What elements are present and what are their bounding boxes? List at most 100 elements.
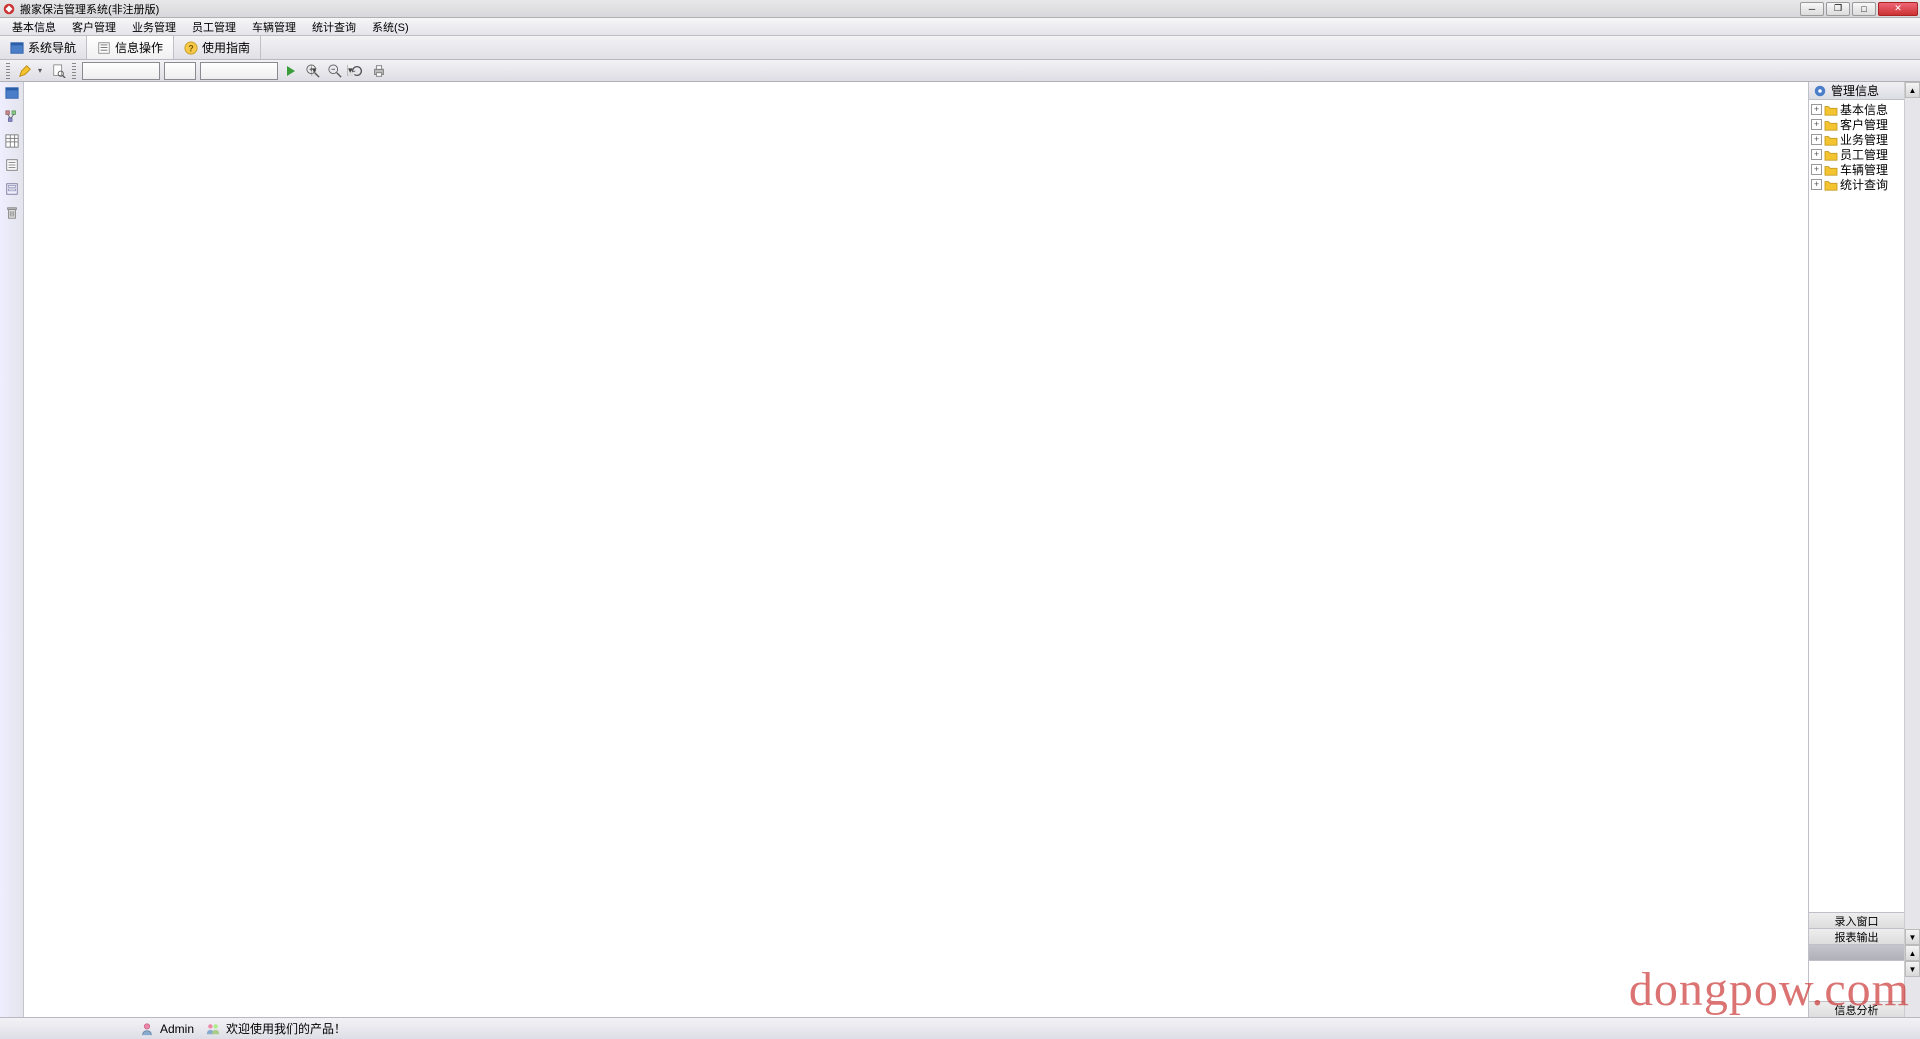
right-bottom-tabs: 录入窗口 报表输出 bbox=[1809, 912, 1904, 961]
left-icon-delete[interactable] bbox=[3, 204, 21, 222]
left-icon-tree[interactable] bbox=[3, 108, 21, 126]
toolbar-tabs: 系统导航 信息操作 ? 使用指南 bbox=[0, 36, 1920, 60]
tree-node-employee[interactable]: + 员工管理 bbox=[1809, 147, 1904, 162]
combo-field-2[interactable]: ▾ bbox=[164, 62, 196, 80]
left-icon-list[interactable] bbox=[3, 156, 21, 174]
content-area bbox=[24, 82, 1808, 1017]
right-scrollbar[interactable]: ▲ ▼ ▲ ▼ bbox=[1904, 82, 1920, 1017]
user-icon bbox=[140, 1022, 154, 1036]
combo-field-1[interactable]: ▾ bbox=[82, 62, 160, 80]
folder-icon bbox=[1824, 149, 1838, 161]
window-controls: ─ ❐ □ ✕ bbox=[1800, 2, 1918, 16]
zoom-out-icon bbox=[328, 64, 342, 78]
toolbar-grip[interactable] bbox=[72, 63, 76, 79]
tree-expander-icon[interactable]: + bbox=[1811, 179, 1822, 190]
tree-expander-icon[interactable]: + bbox=[1811, 164, 1822, 175]
tree-node-basic-info[interactable]: + 基本信息 bbox=[1809, 102, 1904, 117]
tree-header: 管理信息 bbox=[1809, 82, 1904, 100]
right-tab-report-output[interactable]: 报表输出 bbox=[1809, 929, 1904, 945]
right-tab-input-window[interactable]: 录入窗口 bbox=[1809, 913, 1904, 929]
folder-icon bbox=[1824, 164, 1838, 176]
tree-expander-icon[interactable]: + bbox=[1811, 119, 1822, 130]
tree-expander-icon[interactable]: + bbox=[1811, 134, 1822, 145]
restore-button[interactable]: ❐ bbox=[1826, 2, 1850, 16]
status-user: Admin bbox=[140, 1022, 194, 1036]
tab-info-operation[interactable]: 信息操作 bbox=[87, 36, 174, 59]
refresh-button[interactable] bbox=[348, 62, 366, 80]
folder-icon bbox=[1824, 104, 1838, 116]
close-button[interactable]: ✕ bbox=[1878, 2, 1918, 16]
edit-button[interactable] bbox=[16, 62, 34, 80]
edit-dropdown[interactable]: ▾ bbox=[38, 66, 46, 75]
tree-icon bbox=[5, 110, 19, 124]
right-tab-blank[interactable] bbox=[1809, 945, 1904, 961]
menu-basic-info[interactable]: 基本信息 bbox=[4, 19, 64, 35]
app-icon bbox=[2, 2, 16, 16]
folder-icon bbox=[1824, 119, 1838, 131]
preview-button[interactable] bbox=[50, 62, 68, 80]
right-panel: 管理信息 + 基本信息 + 客户管理 + 业务管理 bbox=[1808, 82, 1904, 1017]
folder-icon bbox=[1824, 134, 1838, 146]
toolbar-secondary: ▾ ▾ ▾ ▾ bbox=[0, 60, 1920, 82]
zoom-out-button[interactable] bbox=[326, 62, 344, 80]
play-icon bbox=[285, 65, 297, 77]
svg-text:?: ? bbox=[188, 43, 193, 53]
tab-label: 系统导航 bbox=[28, 39, 76, 56]
status-user-label: Admin bbox=[160, 1022, 194, 1036]
grid-icon bbox=[5, 134, 19, 148]
tree-node-vehicle[interactable]: + 车辆管理 bbox=[1809, 162, 1904, 177]
delete-icon bbox=[5, 206, 19, 220]
printer-icon bbox=[372, 64, 386, 78]
scroll-track[interactable] bbox=[1905, 98, 1920, 929]
menu-business[interactable]: 业务管理 bbox=[124, 19, 184, 35]
menu-system[interactable]: 系统(S) bbox=[364, 19, 417, 35]
menu-customer[interactable]: 客户管理 bbox=[64, 19, 124, 35]
help-icon: ? bbox=[184, 41, 198, 55]
zoom-in-icon bbox=[306, 64, 320, 78]
pencil-icon bbox=[18, 64, 32, 78]
tree-node-business[interactable]: + 业务管理 bbox=[1809, 132, 1904, 147]
status-welcome-label: 欢迎使用我们的产品！ bbox=[226, 1020, 346, 1037]
titlebar: 搬家保洁管理系统(非注册版) ─ ❐ □ ✕ bbox=[0, 0, 1920, 18]
tree-node-customer[interactable]: + 客户管理 bbox=[1809, 117, 1904, 132]
window-title: 搬家保洁管理系统(非注册版) bbox=[20, 1, 1800, 17]
menu-vehicle[interactable]: 车辆管理 bbox=[244, 19, 304, 35]
form-icon bbox=[5, 182, 19, 196]
tree-expander-icon[interactable]: + bbox=[1811, 149, 1822, 160]
tree-label: 统计查询 bbox=[1840, 176, 1888, 193]
menubar: 基本信息 客户管理 业务管理 员工管理 车辆管理 统计查询 系统(S) bbox=[0, 18, 1920, 36]
window-icon bbox=[10, 41, 24, 55]
info-icon bbox=[97, 41, 111, 55]
toolbar-grip[interactable] bbox=[6, 63, 10, 79]
window-blue-icon bbox=[5, 86, 19, 100]
scroll-down-button[interactable]: ▼ bbox=[1905, 929, 1920, 945]
left-icon-window[interactable] bbox=[3, 84, 21, 102]
status-welcome: 欢迎使用我们的产品！ bbox=[206, 1020, 346, 1037]
magnifier-page-icon bbox=[52, 64, 66, 78]
menu-employee[interactable]: 员工管理 bbox=[184, 19, 244, 35]
run-button[interactable] bbox=[282, 62, 300, 80]
list-icon bbox=[5, 158, 19, 172]
scroll-up-button[interactable]: ▲ bbox=[1905, 82, 1920, 98]
tab-user-guide[interactable]: ? 使用指南 bbox=[174, 36, 261, 59]
minimize-button[interactable]: ─ bbox=[1800, 2, 1824, 16]
combo-field-3[interactable]: ▾ bbox=[200, 62, 278, 80]
tree-header-label: 管理信息 bbox=[1831, 82, 1879, 99]
print-button[interactable] bbox=[370, 62, 388, 80]
right-footer-info-analysis[interactable]: 信息分析 bbox=[1809, 1001, 1904, 1017]
statusbar: Admin 欢迎使用我们的产品！ bbox=[0, 1017, 1920, 1039]
main-area: 管理信息 + 基本信息 + 客户管理 + 业务管理 bbox=[0, 82, 1920, 1017]
zoom-in-button[interactable] bbox=[304, 62, 322, 80]
tree-expander-icon[interactable]: + bbox=[1811, 104, 1822, 115]
tree-body: + 基本信息 + 客户管理 + 业务管理 + 员工管理 bbox=[1809, 100, 1904, 912]
maximize-button[interactable]: □ bbox=[1852, 2, 1876, 16]
left-icon-form[interactable] bbox=[3, 180, 21, 198]
left-icon-grid[interactable] bbox=[3, 132, 21, 150]
menu-stats[interactable]: 统计查询 bbox=[304, 19, 364, 35]
tree-node-stats[interactable]: + 统计查询 bbox=[1809, 177, 1904, 192]
left-iconbar bbox=[0, 82, 24, 1017]
scroll-up-button-2[interactable]: ▲ bbox=[1905, 945, 1920, 961]
users-icon bbox=[206, 1022, 220, 1036]
scroll-down-button-2[interactable]: ▼ bbox=[1905, 961, 1920, 977]
tab-system-nav[interactable]: 系统导航 bbox=[0, 36, 87, 59]
